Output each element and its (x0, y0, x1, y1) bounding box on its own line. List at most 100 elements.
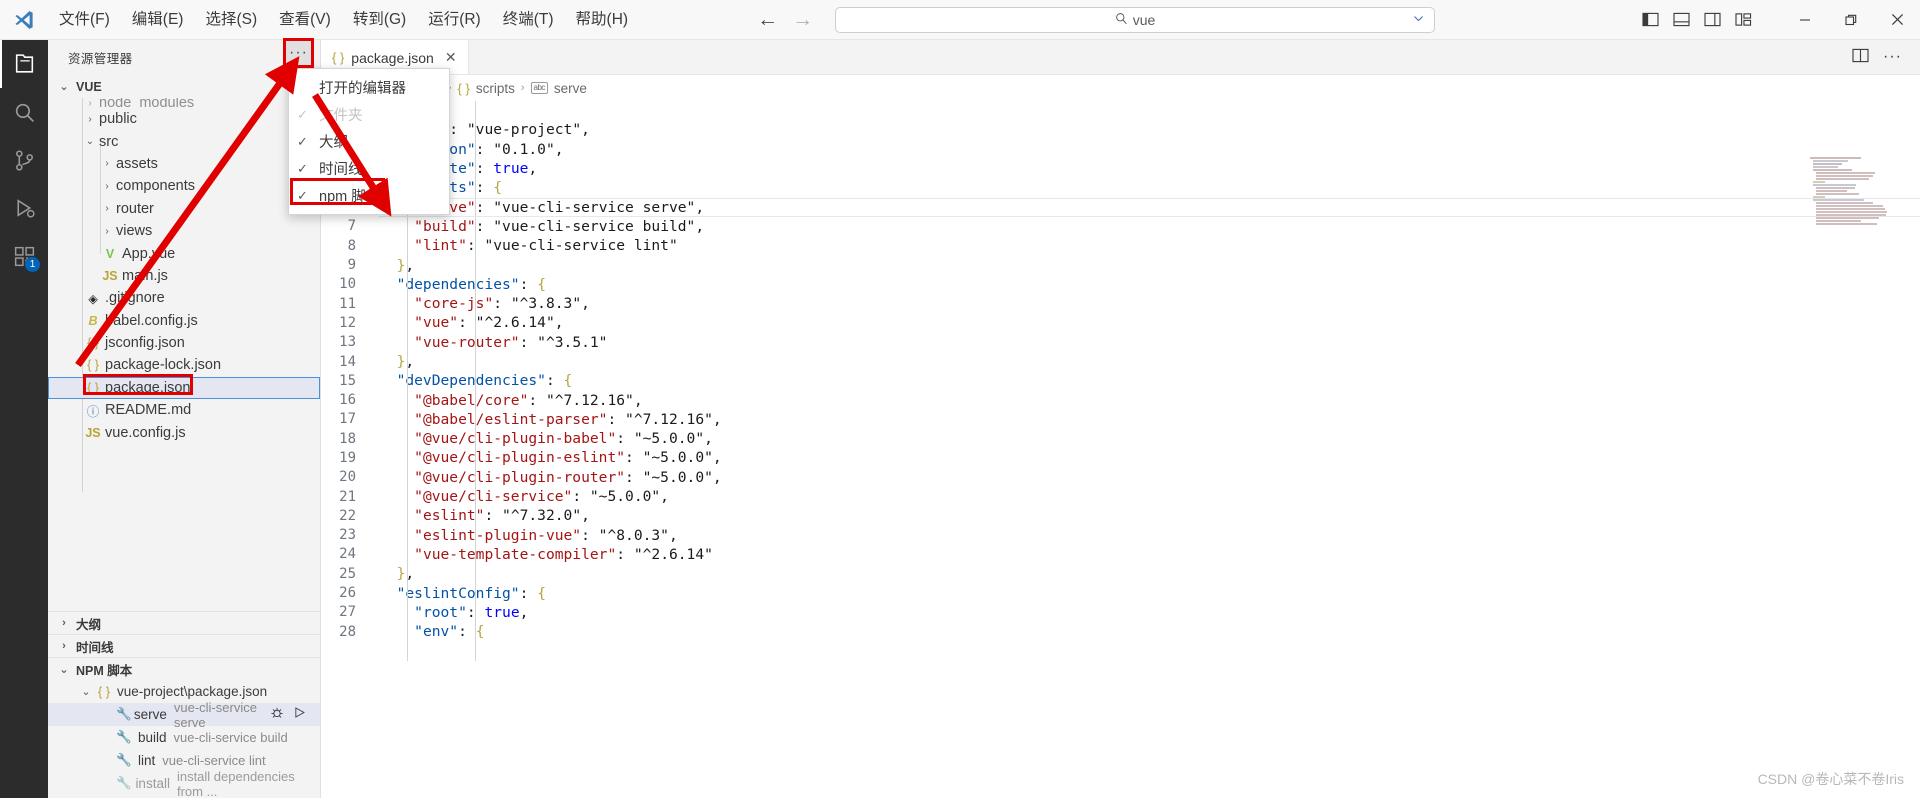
tree-folder-row[interactable]: ⌄ src (48, 130, 320, 152)
chevron-right-icon[interactable]: › (100, 203, 114, 214)
tree-file-row[interactable]: V App.vue (48, 242, 320, 264)
tree-file-row[interactable]: JS vue.config.js (48, 421, 320, 443)
more-actions-icon[interactable]: ··· (1883, 48, 1902, 66)
customize-layout-icon[interactable] (1732, 9, 1754, 31)
breadcrumb-item-scripts[interactable]: scripts (476, 81, 515, 96)
breadcrumb-item-serve[interactable]: serve (554, 81, 587, 96)
npm-script-row[interactable]: 🔧 serve vue-cli-service serve (48, 700, 320, 730)
code-line[interactable]: 28 "env": { (321, 622, 1920, 641)
go-back-icon[interactable]: ← (757, 9, 778, 30)
code-line[interactable]: 3 "version": "0.1.0", (321, 140, 1920, 159)
context-menu-item-timeline[interactable]: ✓ 时间线 (289, 155, 449, 182)
sidebar-section-npm-scripts[interactable]: ⌄ NPM 脚本 (48, 657, 320, 680)
code-line[interactable]: 10 "dependencies": { (321, 275, 1920, 294)
tree-file-row[interactable]: { } package.json (48, 376, 320, 400)
code-line[interactable]: 9 }, (321, 255, 1920, 274)
code-line[interactable]: 24 "vue-template-compiler": "^2.6.14" (321, 545, 1920, 564)
sidebar-section-timeline[interactable]: › 时间线 (48, 634, 320, 657)
code-line[interactable]: 4 "private": true, (321, 159, 1920, 178)
tree-folder-row[interactable]: › components (48, 175, 320, 197)
chevron-down-icon[interactable]: ⌄ (83, 136, 97, 147)
menu-go[interactable]: 转到(G) (342, 5, 417, 35)
debug-icon[interactable] (270, 706, 284, 723)
chevron-right-icon[interactable]: › (100, 158, 114, 169)
code-line[interactable]: 14 }, (321, 352, 1920, 371)
code-line[interactable]: 6 "serve": "vue-cli-service serve", (321, 197, 1920, 216)
activity-item-search[interactable] (0, 88, 48, 136)
menu-selection[interactable]: 选择(S) (194, 5, 268, 35)
toggle-secondary-sidebar-icon[interactable] (1701, 9, 1723, 31)
tree-folder-row[interactable]: › public (48, 108, 320, 130)
sidebar-section-outline[interactable]: › 大纲 (48, 611, 320, 634)
tree-file-row[interactable]: ⓘ README.md (48, 399, 320, 421)
tree-file-row[interactable]: { } jsconfig.json (48, 332, 320, 354)
code-line[interactable]: 20 "@vue/cli-plugin-router": "~5.0.0", (321, 468, 1920, 487)
quick-search-input[interactable]: vue (835, 6, 1436, 33)
activity-item-extensions[interactable]: 1 (0, 232, 48, 280)
toggle-panel-icon[interactable] (1670, 9, 1692, 31)
sidebar-views-more-actions-button[interactable]: ··· (285, 40, 312, 66)
chevron-right-icon[interactable]: › (83, 114, 97, 125)
go-forward-icon[interactable]: → (792, 9, 813, 30)
tree-file-row[interactable]: ◈ .gitignore (48, 287, 320, 309)
menu-run[interactable]: 运行(R) (417, 5, 492, 35)
tree-folder-row[interactable]: › assets (48, 153, 320, 175)
activity-item-run-and-debug[interactable] (0, 184, 48, 232)
code-line[interactable]: 12 "vue": "^2.6.14", (321, 313, 1920, 332)
close-icon[interactable]: ✕ (445, 49, 457, 66)
tree-file-row[interactable]: { } package-lock.json (48, 354, 320, 376)
views-context-menu[interactable]: 打开的编辑器 ✓ 文件夹 ✓ 大纲 ✓ 时间线 ✓ npm 脚本 (288, 68, 450, 215)
editor-minimap[interactable] (1808, 157, 1906, 249)
code-line[interactable]: 21 "@vue/cli-service": "~5.0.0", (321, 487, 1920, 506)
menu-file[interactable]: 文件(F) (48, 5, 121, 35)
menu-terminal[interactable]: 终端(T) (492, 5, 565, 35)
npm-script-row[interactable]: 🔧 install install dependencies from ... (48, 769, 320, 798)
tree-folder-row[interactable]: › node_modules (48, 98, 320, 108)
code-line[interactable]: 23 "eslint-plugin-vue": "^8.0.3", (321, 526, 1920, 545)
code-line[interactable]: 5 "scripts": { (321, 178, 1920, 197)
code-line[interactable]: 8 "lint": "vue-cli-service lint" (321, 236, 1920, 255)
code-line[interactable]: 15 "devDependencies": { (321, 371, 1920, 390)
tree-folder-row[interactable]: › views (48, 220, 320, 242)
code-line[interactable]: 19 "@vue/cli-plugin-eslint": "~5.0.0", (321, 448, 1920, 467)
context-menu-item-outline[interactable]: ✓ 大纲 (289, 128, 449, 155)
window-close-button[interactable] (1874, 0, 1920, 40)
explorer-root-header[interactable]: ⌄ VUE (48, 75, 320, 98)
toggle-primary-sidebar-icon[interactable] (1639, 9, 1661, 31)
activity-item-source-control[interactable] (0, 136, 48, 184)
tree-folder-row[interactable]: › router (48, 198, 320, 220)
code-line[interactable]: 13 "vue-router": "^3.5.1" (321, 333, 1920, 352)
context-menu-item-folders[interactable]: ✓ 文件夹 (289, 101, 449, 128)
tree-file-row[interactable]: JS main.js (48, 265, 320, 287)
menu-help[interactable]: 帮助(H) (565, 5, 640, 35)
chevron-right-icon[interactable]: › (100, 226, 114, 237)
code-line[interactable]: 25 }, (321, 564, 1920, 583)
window-restore-button[interactable] (1828, 0, 1874, 40)
chevron-right-icon[interactable]: › (100, 181, 114, 192)
menu-view[interactable]: 查看(V) (268, 5, 342, 35)
tree-file-row[interactable]: Bbabel.config.js (48, 310, 320, 332)
code-line[interactable]: 22 "eslint": "^7.32.0", (321, 506, 1920, 525)
context-menu-item-open-editors[interactable]: 打开的编辑器 (289, 74, 449, 101)
run-icon[interactable] (293, 706, 306, 723)
code-line[interactable]: 26 "eslintConfig": { (321, 583, 1920, 602)
context-menu-item-npm-scripts[interactable]: ✓ npm 脚本 (289, 182, 449, 209)
npm-scripts-list[interactable]: ⌄ { } vue-project\package.json 🔧 serve v… (48, 680, 320, 798)
chevron-down-icon[interactable] (1412, 12, 1425, 29)
chevron-right-icon[interactable]: › (83, 98, 97, 108)
code-line[interactable]: 17 "@babel/eslint-parser": "^7.12.16", (321, 410, 1920, 429)
file-tree[interactable]: › node_modules › public ⌄ src › assets › componen… (48, 98, 320, 611)
code-line[interactable]: 2 "name": "vue-project", (321, 120, 1920, 139)
code-line[interactable]: 18 "@vue/cli-plugin-babel": "~5.0.0", (321, 429, 1920, 448)
menu-edit[interactable]: 编辑(E) (121, 5, 195, 35)
code-line[interactable]: 16 "@babel/core": "^7.12.16", (321, 390, 1920, 409)
code-line[interactable]: 7 "build": "vue-cli-service build", (321, 217, 1920, 236)
npm-script-row[interactable]: 🔧 build vue-cli-service build (48, 726, 320, 749)
code-line[interactable]: 27 "root": true, (321, 603, 1920, 622)
window-minimize-button[interactable] (1782, 0, 1828, 40)
code-editor[interactable]: 1{2 "name": "vue-project",3 "version": "… (321, 101, 1920, 798)
split-editor-icon[interactable] (1852, 48, 1869, 67)
code-line[interactable]: 1{ (321, 101, 1920, 120)
code-line[interactable]: 11 "core-js": "^3.8.3", (321, 294, 1920, 313)
code-lines[interactable]: 1{2 "name": "vue-project",3 "version": "… (321, 101, 1920, 641)
